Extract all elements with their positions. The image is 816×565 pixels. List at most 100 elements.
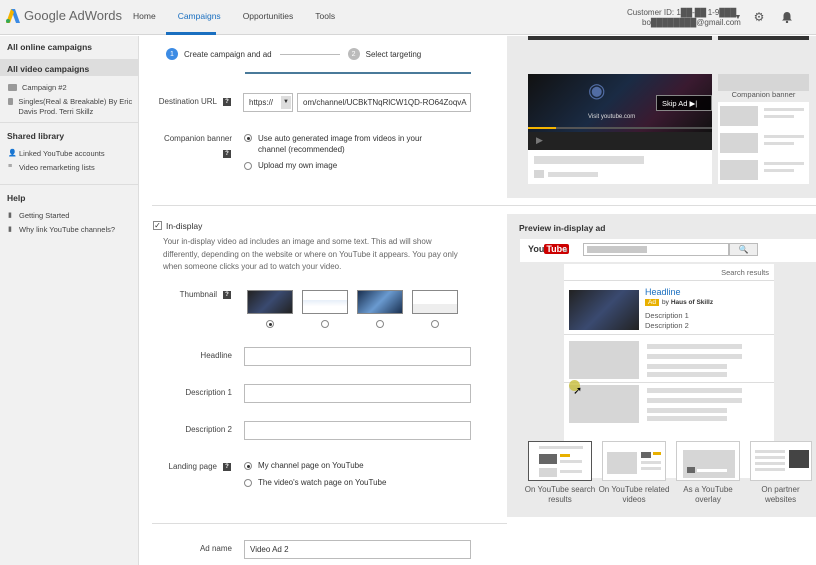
thumbnail-option-2[interactable] [302, 290, 348, 314]
sidebar-item-remarketing[interactable]: ≡ Video remarketing lists [8, 163, 95, 172]
format-ad-block [641, 452, 651, 458]
format-search-results[interactable] [528, 441, 592, 481]
placeholder-block [534, 170, 544, 178]
thumbnail-radio-4[interactable] [431, 320, 439, 328]
sidebar-item-label: Singles(Real & Breakable) By Eric Davis … [18, 97, 133, 116]
placeholder-line [641, 461, 661, 464]
ad-headline[interactable]: Headline [645, 287, 681, 297]
thumbnail-radio-3[interactable] [376, 320, 384, 328]
sidebar-item-singles[interactable]: Singles(Real & Breakable) By Eric Davis … [8, 97, 133, 116]
youtube-header: You Tube ≡ 🔍 [520, 239, 816, 262]
play-icon[interactable]: ▶ [536, 135, 543, 146]
sidebar-shared-library: Shared library [7, 131, 65, 141]
youtube-search-field[interactable] [583, 243, 729, 256]
sidebar-item-campaign2[interactable]: Campaign #2 [8, 83, 67, 92]
ad-desc1: Description 1 [645, 311, 689, 320]
gear-icon[interactable]: ⚙ [752, 10, 766, 24]
nav-campaigns[interactable]: Campaigns [178, 11, 221, 21]
account-email[interactable]: bo████████@gmail.com [642, 18, 741, 27]
landing-page-label: Landing page [168, 462, 218, 471]
skip-ad-button[interactable]: Skip Ad ▶| [656, 95, 712, 111]
placeholder-thumb [569, 341, 639, 379]
thumbnail-radio-2[interactable] [321, 320, 329, 328]
step-1-badge: 1 [166, 48, 178, 60]
thumbnail-option-1[interactable] [247, 290, 293, 314]
bell-icon[interactable] [780, 10, 794, 24]
protocol-select[interactable]: https:// ▼ [243, 93, 293, 112]
nav-home[interactable]: Home [133, 11, 156, 21]
protocol-value: https:// [249, 98, 274, 107]
placeholder-line [697, 469, 727, 472]
nav-opportunities[interactable]: Opportunities [243, 11, 294, 21]
placeholder-line [764, 169, 794, 172]
placeholder-line [764, 115, 794, 118]
video-art: ◉ [588, 80, 606, 102]
sidebar-all-online[interactable]: All online campaigns [7, 42, 92, 52]
sidebar-item-label: Linked YouTube accounts [19, 149, 105, 158]
help-icon[interactable]: ? [223, 463, 231, 471]
search-icon[interactable]: 🔍 [729, 243, 758, 256]
landing-channel-radio[interactable] [244, 462, 252, 470]
placeholder-line [755, 450, 785, 453]
format-partner-websites[interactable] [750, 441, 812, 481]
sidebar-item-label: Getting Started [19, 211, 70, 220]
step-connector [279, 53, 340, 55]
headline-input[interactable] [244, 347, 471, 366]
sidebar-help: Help [7, 193, 26, 203]
adwords-logo[interactable]: Google AdWords [6, 8, 122, 23]
companion-banner-placeholder [718, 74, 809, 91]
format-label-related: On YouTube related videos [598, 485, 670, 504]
companion-auto-radio[interactable] [244, 134, 252, 142]
destination-url-label: Destination URL [158, 97, 217, 106]
thumbnail-radio-1[interactable] [266, 320, 274, 328]
thumbnail-option-4[interactable] [412, 290, 458, 314]
landing-watch-radio[interactable] [244, 479, 252, 487]
youtube-logo-you: You [528, 244, 545, 254]
sidebar-item-label: Why link YouTube channels? [19, 225, 116, 234]
sidebar-item-label: Campaign #2 [22, 83, 67, 92]
placeholder-block [683, 450, 735, 478]
companion-banner-label: Companion banner [163, 134, 232, 143]
sidebar-all-video[interactable]: All video campaigns [7, 64, 89, 74]
format-ad-badge [653, 452, 661, 455]
sidebar-item-why-link[interactable]: ▮ Why link YouTube channels? [8, 225, 115, 234]
placeholder-line [647, 372, 727, 377]
video-controls: ▶ [528, 132, 712, 150]
account-dropdown-icon[interactable]: ▼ [731, 10, 745, 24]
indisplay-preview-panel: Preview in-display ad You Tube ≡ 🔍 Search… [507, 214, 816, 517]
instream-video-player[interactable]: ◉ Skip Ad ▶| Visit youtube.com [528, 74, 712, 132]
sidebar-item-linked-accounts[interactable]: 👤 Linked YouTube accounts [8, 149, 105, 158]
nav-tools[interactable]: Tools [315, 11, 335, 21]
indisplay-label: In-display [166, 221, 203, 231]
video-campaign-icon [8, 84, 17, 91]
sidebar-item-getting-started[interactable]: ▮ Getting Started [8, 211, 69, 220]
thumbnail-option-3[interactable] [357, 290, 403, 314]
format-related-videos[interactable] [602, 441, 666, 481]
description2-label: Description 2 [185, 425, 232, 434]
format-label-search: On YouTube search results [524, 485, 596, 504]
description2-input[interactable] [244, 421, 471, 440]
format-overlay[interactable] [676, 441, 740, 481]
help-icon[interactable]: ? [223, 150, 231, 158]
ad-name-input[interactable]: Video Ad 2 [244, 540, 471, 559]
destination-url-input[interactable]: om/channel/UCBkTNqRlCW1QD-RO64ZoqvA [297, 93, 471, 112]
description1-input[interactable] [244, 384, 471, 403]
chevron-down-icon: ▼ [281, 96, 291, 109]
help-icon[interactable]: ? [223, 291, 231, 299]
visit-youtube-text: Visit youtube.com [588, 114, 636, 120]
ad-thumbnail[interactable] [569, 290, 639, 330]
placeholder-line [539, 446, 583, 449]
ad-badge: Ad [645, 299, 659, 306]
companion-upload-radio[interactable] [244, 162, 252, 170]
help-icon[interactable]: ? [223, 98, 231, 106]
menu-icon[interactable]: ≡ [563, 246, 568, 255]
main-nav: Home Campaigns Opportunities Tools [133, 11, 357, 21]
ad-channel: Haus of Skillz [670, 299, 714, 306]
placeholder-thumb [720, 106, 758, 126]
indisplay-checkbox[interactable]: ✓ [153, 221, 162, 230]
search-results-label: Search results [721, 268, 769, 277]
placeholder-line [548, 172, 598, 177]
placeholder-block [539, 468, 557, 477]
progress-fill [528, 127, 556, 129]
wizard-steps: 1 Create campaign and ad 2 Select target… [166, 48, 421, 60]
